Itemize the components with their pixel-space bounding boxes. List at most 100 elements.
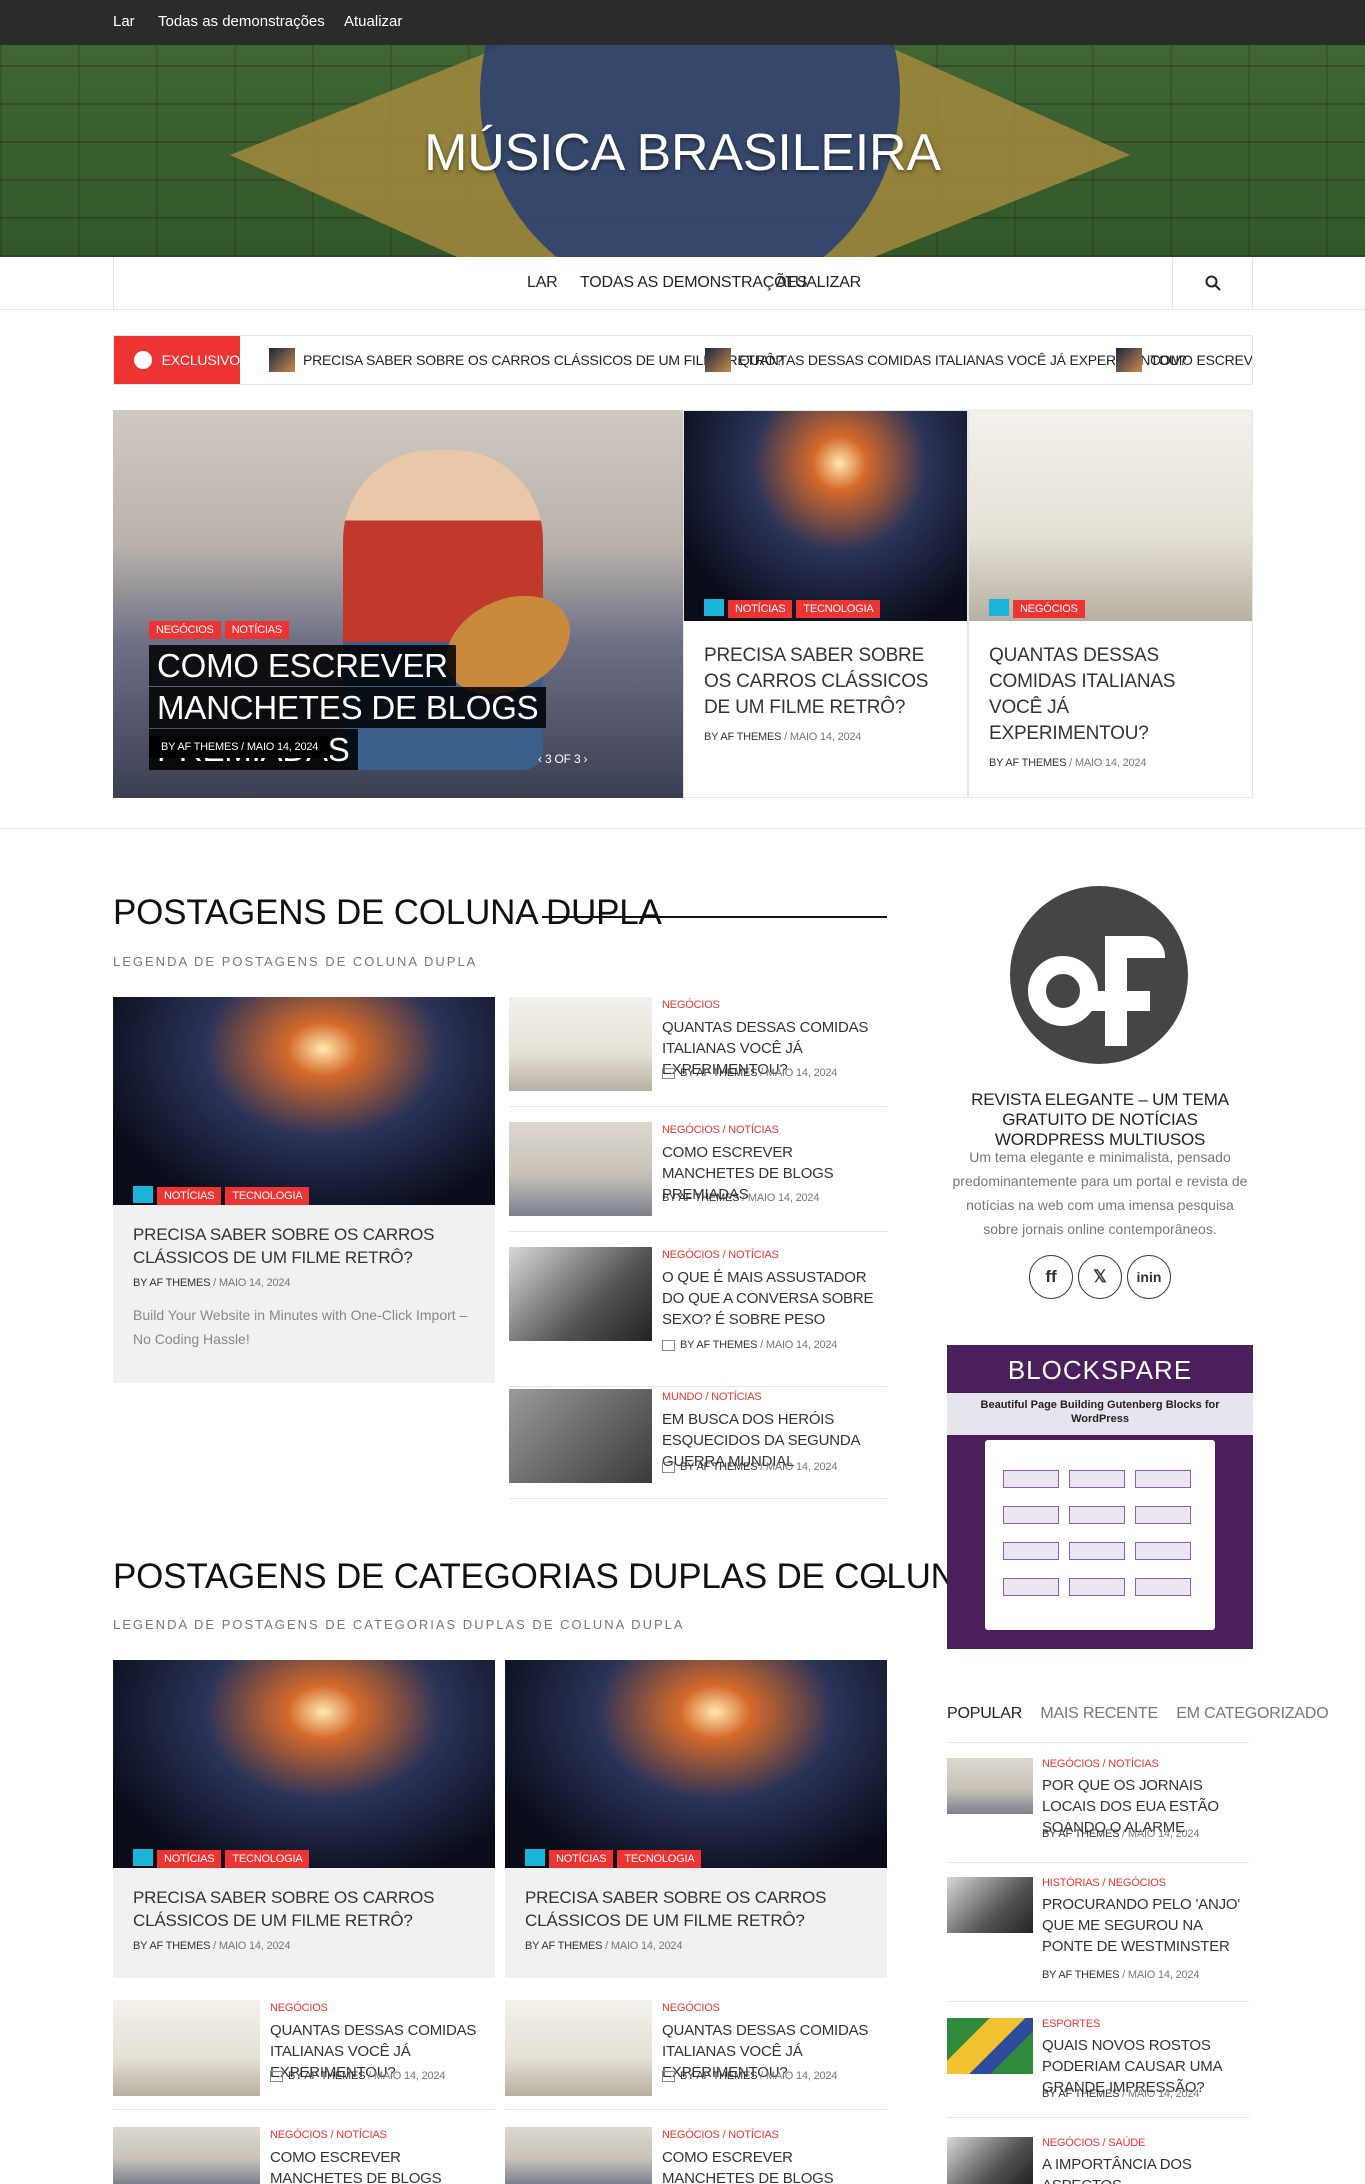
af-themes-logo <box>1010 886 1188 1064</box>
hero-main-post[interactable]: NEGÓCIOS NOTÍCIAS COMO ESCREVER MANCHETES… <box>113 410 683 798</box>
post-meta: BY AF THEMES / MAIO 14, 2024 <box>149 736 331 758</box>
category-tag[interactable]: TECNOLOGIA <box>617 1850 702 1868</box>
category-tag[interactable]: NOTÍCIAS <box>224 621 290 639</box>
hero-card[interactable]: NOTÍCIAS TECNOLOGIA PRECISA SABER SOBRE O… <box>683 410 968 798</box>
tab-categorized[interactable]: EM CATEGORIZADO <box>1176 1705 1328 1722</box>
post-meta: BY AF THEMES / MAIO 14, 2024 <box>704 731 862 743</box>
list-item[interactable]: NEGÓCIOS QUANTAS DESSAS COMIDAS ITALIANA… <box>113 2000 495 2110</box>
nav-home[interactable]: LAR <box>527 274 558 292</box>
post-category[interactable]: NEGÓCIOS / NOTÍCIAS <box>662 1249 779 1261</box>
ad-screenshot <box>985 1440 1215 1630</box>
post-title[interactable]: O QUE É MAIS ASSUSTADOR DO QUE A CONVERS… <box>662 1267 887 1330</box>
top-bar: Lar Todas as demonstrações Atualizar <box>0 0 1365 45</box>
post-category[interactable]: MUNDO / NOTÍCIAS <box>662 1391 762 1403</box>
post-title[interactable]: A IMPORTÂNCIA DOS ASPECTOS <box>1042 2154 1252 2184</box>
top-link-update[interactable]: Atualizar <box>344 13 402 30</box>
post-meta: BY AF THEMES / MAIO 14, 2024 <box>662 1339 837 1351</box>
blockspare-ad[interactable]: BLOCKSPARE Beautiful Page Building Guten… <box>947 1345 1253 1649</box>
post-meta: BY AF THEMES / MAIO 14, 2024 <box>270 2070 445 2082</box>
post-category[interactable]: NEGÓCIOS / NOTÍCIAS <box>1042 1758 1159 1770</box>
top-link-home[interactable]: Lar <box>113 13 135 30</box>
post-category[interactable]: NEGÓCIOS <box>662 999 720 1011</box>
tab-popular[interactable]: POPULAR <box>947 1705 1022 1722</box>
category-tag[interactable]: NOTÍCIAS <box>157 1850 222 1868</box>
post-title[interactable]: PRECISA SABER SOBRE OS CARROS CLÁSSICOS … <box>133 1223 475 1269</box>
list-item[interactable]: MUNDO / NOTÍCIAS EM BUSCA DOS HERÓIS ESQ… <box>509 1389 887 1499</box>
site-title[interactable]: MÚSICA BRASILEIRA <box>0 123 1365 183</box>
section-subtitle: LEGENDA DE POSTAGENS DE CATEGORIAS DUPLA… <box>113 1617 685 1632</box>
post-thumb <box>509 997 652 1091</box>
category-tag[interactable]: NEGÓCIOS <box>149 621 221 639</box>
sidebar-post[interactable]: NEGÓCIOS / NOTÍCIAS POR QUE OS JORNAIS L… <box>947 1758 1249 1863</box>
section-subtitle: LEGENDA DE POSTAGENS DE COLUNA DUPLA <box>113 954 478 969</box>
category-tag[interactable]: NOTÍCIAS <box>728 600 793 618</box>
post-image: NOTÍCIAS TECNOLOGIA <box>684 411 967 621</box>
post-title[interactable]: PRECISA SABER SOBRE OS CARROS CLÁSSICOS … <box>704 643 947 721</box>
category-tag[interactable]: TECNOLOGIA <box>225 1850 310 1868</box>
ticker-thumb <box>705 348 731 372</box>
section-title: POSTAGENS DE COLUNA DUPLA <box>113 893 662 932</box>
category-tag[interactable]: NOTÍCIAS <box>157 1187 222 1205</box>
sidebar-tabs: POPULAR MAIS RECENTE EM CATEGORIZADO <box>947 1705 1342 1723</box>
exclusive-ticker: EXCLUSIVO PRECISA SABER SOBRE OS CARROS … <box>113 335 1253 385</box>
hero-card[interactable]: NEGÓCIOS QUANTAS DESSAS COMIDAS ITALIANA… <box>968 410 1253 798</box>
search-button[interactable] <box>1172 257 1252 309</box>
post-category[interactable]: NEGÓCIOS / SAÚDE <box>1042 2137 1145 2149</box>
sidebar-post[interactable]: NEGÓCIOS / SAÚDE A IMPORTÂNCIA DOS ASPEC… <box>947 2137 1249 2184</box>
post-title[interactable]: QUANTAS DESSAS COMIDAS ITALIANAS VOCÊ JÁ… <box>989 643 1232 747</box>
post-thumb <box>947 1758 1033 1814</box>
post-meta: BY AF THEMES / MAIO 14, 2024 <box>1042 1969 1200 1981</box>
tab-recent[interactable]: MAIS RECENTE <box>1040 1705 1158 1722</box>
post-thumb <box>947 2018 1033 2074</box>
category-tag[interactable]: NEGÓCIOS <box>1013 600 1085 618</box>
post-thumb <box>509 1389 652 1483</box>
top-link-demos[interactable]: Todas as demonstrações <box>158 13 325 30</box>
nav-demos[interactable]: TODAS AS DEMONSTRAÇÕES <box>580 274 808 292</box>
category-tag[interactable]: TECNOLOGIA <box>796 600 881 618</box>
post-category[interactable]: HISTÓRIAS / NEGÓCIOS <box>1042 1877 1166 1889</box>
list-item[interactable]: NEGÓCIOS / NOTÍCIAS O QUE É MAIS ASSUSTA… <box>509 1247 887 1387</box>
post-category[interactable]: NEGÓCIOS / NOTÍCIAS <box>662 1124 779 1136</box>
sidebar-post[interactable]: HISTÓRIAS / NEGÓCIOS PROCURANDO PELO 'AN… <box>947 1877 1249 2002</box>
facebook-icon[interactable]: ff <box>1029 1255 1073 1299</box>
post-thumb <box>505 2000 652 2096</box>
featured-post[interactable]: NOTÍCIAS TECNOLOGIA PRECISA SABER SOBRE O… <box>113 1660 495 1978</box>
ticker-item[interactable]: COMO ESCREVER M <box>1116 348 1252 372</box>
post-category[interactable]: NEGÓCIOS <box>662 2002 720 2014</box>
post-meta: BY AF THEMES / MAIO 14, 2024 <box>989 757 1147 769</box>
video-icon <box>270 2070 283 2082</box>
nav-update[interactable]: ATUALIZAR <box>776 274 861 292</box>
post-title[interactable]: PRECISA SABER SOBRE OS CARROS CLÁSSICOS … <box>133 1886 475 1932</box>
post-title[interactable]: PRECISA SABER SOBRE OS CARROS CLÁSSICOS … <box>525 1886 867 1932</box>
post-category[interactable]: NEGÓCIOS <box>270 2002 328 2014</box>
slider-pager[interactable]: ‹ 3 OF 3 › <box>538 752 588 766</box>
list-item[interactable]: NEGÓCIOS / NOTÍCIAS COMO ESCREVER MANCHE… <box>509 1122 887 1232</box>
category-tag[interactable]: TECNOLOGIA <box>225 1187 310 1205</box>
post-category[interactable]: NEGÓCIOS / NOTÍCIAS <box>270 2129 387 2141</box>
featured-post[interactable]: NOTÍCIAS TECNOLOGIA PRECISA SABER SOBRE O… <box>113 997 495 1383</box>
post-category[interactable]: NEGÓCIOS / NOTÍCIAS <box>662 2129 779 2141</box>
linkedin-icon[interactable]: inin <box>1127 1255 1171 1299</box>
list-item[interactable]: NEGÓCIOS QUANTAS DESSAS COMIDAS ITALIANA… <box>509 997 887 1107</box>
category-tag[interactable]: NOTÍCIAS <box>549 1850 614 1868</box>
x-twitter-icon[interactable]: 𝕏 <box>1078 1255 1122 1299</box>
video-icon <box>662 1339 675 1351</box>
post-meta: BY AF THEMES / MAIO 14, 2024 <box>1042 2088 1200 2100</box>
ad-subtitle: Beautiful Page Building Gutenberg Blocks… <box>947 1393 1253 1435</box>
post-title[interactable]: COMO ESCREVER MANCHETES DE BLOGS PREMIAD… <box>662 2147 887 2184</box>
ad-title: BLOCKSPARE <box>1007 1355 1193 1385</box>
image-icon <box>133 1186 153 1204</box>
sidebar-post[interactable]: ESPORTES QUAIS NOVOS ROSTOS PODERIAM CAU… <box>947 2018 1249 2118</box>
search-icon <box>1205 275 1221 291</box>
image-icon <box>704 599 724 617</box>
video-icon <box>989 599 1009 617</box>
post-category[interactable]: ESPORTES <box>1042 2018 1100 2030</box>
list-item[interactable]: NEGÓCIOS / NOTÍCIAS COMO ESCREVER MANCHE… <box>505 2127 887 2184</box>
post-title[interactable]: PROCURANDO PELO 'ANJO' QUE ME SEGUROU NA… <box>1042 1894 1252 1957</box>
post-title[interactable]: COMO ESCREVER MANCHETES DE BLOGS PREMIAD… <box>270 2147 495 2184</box>
main-nav: LAR TODAS AS DEMONSTRAÇÕES ATUALIZAR <box>113 257 1253 310</box>
list-item[interactable]: NEGÓCIOS QUANTAS DESSAS COMIDAS ITALIANA… <box>505 2000 887 2110</box>
ticker-item[interactable]: QUANTAS DESSAS COMIDAS ITALIANAS VOCÊ JÁ… <box>705 348 1187 372</box>
featured-post[interactable]: NOTÍCIAS TECNOLOGIA PRECISA SABER SOBRE O… <box>505 1660 887 1978</box>
list-item[interactable]: NEGÓCIOS / NOTÍCIAS COMO ESCREVER MANCHE… <box>113 2127 495 2184</box>
